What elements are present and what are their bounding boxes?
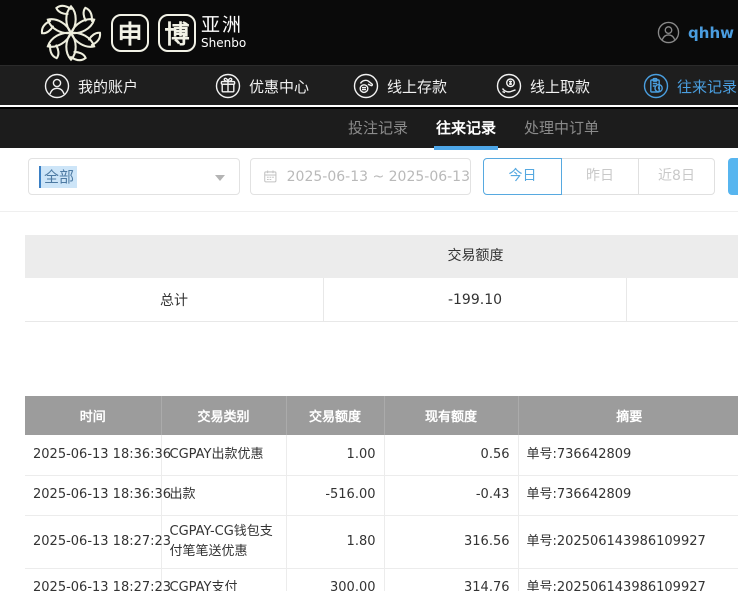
nav-label: 线上取款 [530,76,590,97]
username[interactable]: qhhw [688,24,734,42]
calendar-icon [263,168,278,185]
header-amount: 交易额度 [286,396,384,435]
summary-table: 交易额度 总计 -199.10 [25,235,738,322]
cell-type: CGPAY支付 [161,568,286,591]
cell-type: CGPAY-CG钱包支付笔笔送优惠 [161,515,286,568]
table-row: 2025-06-13 18:36:36 出款 -516.00 -0.43 单号:… [25,475,738,515]
header-type: 交易类别 [161,396,286,435]
select-value: 全部 [41,166,77,188]
date-range-input[interactable]: 2025-06-13 ~ 2025-06-13 [250,158,471,195]
gift-icon [215,73,241,99]
user-icon [44,73,70,99]
lotus-flower-icon [40,2,102,64]
divider [0,211,738,212]
brand-region: 亚洲 [201,15,246,36]
cell-memo: 单号:736642809 [518,435,738,475]
cell-memo: 单号:202506143986109927 [518,568,738,591]
cell-balance: 314.76 [384,568,518,591]
cell-balance: 316.56 [384,515,518,568]
chevron-down-icon [215,175,225,181]
nav-label: 往来记录 [677,76,737,97]
quick-date-buttons: 今日 昨日 近8日 [483,158,715,195]
summary-total-row: 总计 -199.10 [25,278,738,322]
transaction-type-select[interactable]: 全部 [28,158,240,195]
cell-balance: 0.56 [384,435,518,475]
nav-label: 线上存款 [387,76,447,97]
records-icon [643,73,669,99]
cell-balance: -0.43 [384,475,518,515]
user-account[interactable]: qhhw [657,0,734,65]
top-bar: 申 博 亚洲 Shenbo qhhw [0,0,738,65]
cell-type: CGPAY出款优惠 [161,435,286,475]
cell-time: 2025-06-13 18:36:36 [25,435,161,475]
brand-char-shen: 申 [111,14,149,52]
nav-item-deposit[interactable]: 线上存款 [353,66,447,106]
table-row: 2025-06-13 18:36:36 CGPAY出款优惠 1.00 0.56 … [25,435,738,475]
brand-char-bo: 博 [158,14,196,52]
transactions-table: 时间 交易类别 交易额度 现有额度 摘要 2025-06-13 18:36:36… [25,396,738,591]
summary-empty-cell [627,278,738,321]
cell-time: 2025-06-13 18:36:36 [25,475,161,515]
cell-memo: 单号:202506143986109927 [518,515,738,568]
nav-item-promotions[interactable]: 优惠中心 [215,66,309,106]
cell-amount: 1.80 [286,515,384,568]
nav-label: 我的账户 [78,76,138,97]
summary-total-value: -199.10 [324,278,627,321]
header-memo: 摘要 [518,396,738,435]
page: 申 博 亚洲 Shenbo qhhw [0,0,738,591]
cell-amount: -516.00 [286,475,384,515]
nav-item-my-account[interactable]: 我的账户 [44,66,138,106]
withdraw-icon [496,73,522,99]
summary-header-amount: 交易额度 [324,235,627,278]
cell-memo: 单号:736642809 [518,475,738,515]
tab-betting-records[interactable]: 投注记录 [348,109,408,150]
summary-header-row: 交易额度 [25,235,738,278]
cell-time: 2025-06-13 18:27:23 [25,515,161,568]
table-row: 2025-06-13 18:27:23 CGPAY-CG钱包支付笔笔送优惠 1.… [25,515,738,568]
nav-item-records[interactable]: 往来记录 [643,66,737,106]
date-range-value: 2025-06-13 ~ 2025-06-13 [287,169,470,185]
summary-total-label: 总计 [25,278,324,321]
tab-transaction-records[interactable]: 往来记录 [436,109,496,150]
brand-text: 亚洲 Shenbo [201,15,246,50]
brand-latin: Shenbo [201,36,246,50]
today-button[interactable]: 今日 [483,158,562,195]
main-nav: 我的账户 优惠中心 [0,65,738,105]
deposit-icon [353,73,379,99]
cell-type: 出款 [161,475,286,515]
tab-processing-orders[interactable]: 处理中订单 [524,109,599,150]
avatar-icon [657,21,680,44]
yesterday-button[interactable]: 昨日 [561,158,639,195]
tab-list: 投注记录 往来记录 处理中订单 [348,109,599,150]
table-header-row: 时间 交易类别 交易额度 现有额度 摘要 [25,396,738,435]
cell-amount: 300.00 [286,568,384,591]
nav-label: 优惠中心 [249,76,309,97]
header-balance: 现有额度 [384,396,518,435]
cell-time: 2025-06-13 18:27:23 [25,568,161,591]
nav-item-withdraw[interactable]: 线上取款 [496,66,590,106]
search-button[interactable] [728,158,738,195]
cell-amount: 1.00 [286,435,384,475]
brand-logo[interactable]: 申 博 亚洲 Shenbo [40,0,246,65]
table-row: 2025-06-13 18:27:23 CGPAY支付 300.00 314.7… [25,568,738,591]
last-8-days-button[interactable]: 近8日 [638,158,715,195]
header-time: 时间 [25,396,161,435]
records-subnav: 投注记录 往来记录 处理中订单 [0,107,738,148]
